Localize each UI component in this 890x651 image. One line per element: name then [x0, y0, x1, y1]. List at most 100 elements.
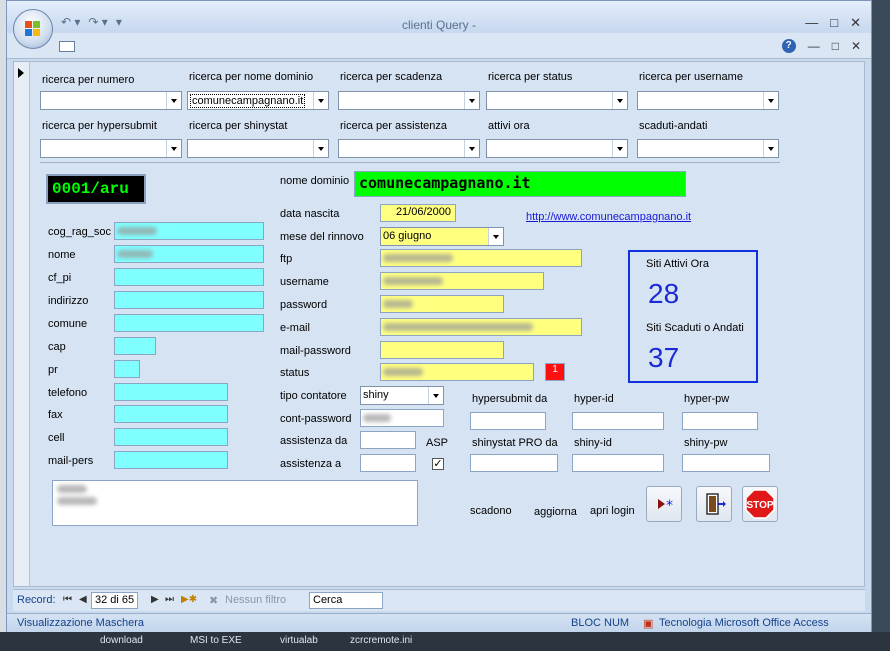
- form-minimize-button[interactable]: —: [808, 39, 820, 53]
- record-selector[interactable]: [14, 62, 30, 586]
- next-record-icon[interactable]: ▶: [151, 594, 159, 605]
- website-link[interactable]: http://www.comunecampagnano.it: [526, 211, 691, 223]
- search-dominio-combo[interactable]: comunecampagnano.it: [187, 91, 329, 110]
- current-record-icon: [18, 68, 24, 78]
- hypersubmit-da-field[interactable]: [470, 412, 546, 430]
- apri-login-button[interactable]: apri login: [590, 505, 635, 517]
- search-scaduti-combo[interactable]: [637, 139, 779, 158]
- search-attivi-combo[interactable]: [486, 139, 628, 158]
- hyper-id-label: hyper-id: [574, 393, 614, 405]
- filter-icon[interactable]: ✖: [209, 594, 218, 607]
- search-username-combo[interactable]: [637, 91, 779, 110]
- search-hypersubmit-combo[interactable]: [40, 139, 182, 158]
- search-box[interactable]: Cerca: [309, 592, 383, 609]
- chevron-down-icon[interactable]: [166, 140, 181, 157]
- shiny-pw-field[interactable]: [682, 454, 770, 472]
- maximize-button[interactable]: □: [830, 15, 838, 31]
- record-position-input[interactable]: 32 di 65: [91, 592, 139, 609]
- first-record-icon[interactable]: ⏮: [63, 594, 72, 605]
- chevron-down-icon[interactable]: [313, 92, 328, 109]
- search-numero-combo[interactable]: [40, 91, 182, 110]
- search-assistenza-combo[interactable]: [338, 139, 480, 158]
- pr-field[interactable]: [114, 360, 140, 378]
- taskbar-item[interactable]: zcrcremote.ini: [350, 635, 412, 646]
- form-close-button[interactable]: ✕: [851, 39, 861, 53]
- comune-field[interactable]: [114, 314, 264, 332]
- chevron-down-icon[interactable]: [612, 92, 627, 109]
- data-nascita-field[interactable]: 21/06/2000: [380, 204, 456, 222]
- redacted-text: [383, 300, 413, 308]
- redacted-text: [383, 368, 423, 376]
- close-button[interactable]: ✕: [850, 15, 861, 31]
- hyper-id-field[interactable]: [572, 412, 664, 430]
- chevron-down-icon[interactable]: [166, 92, 181, 109]
- status-field[interactable]: [380, 363, 534, 381]
- nome-field[interactable]: [114, 245, 264, 263]
- redacted-text: [57, 485, 87, 493]
- chevron-down-icon[interactable]: [488, 228, 503, 245]
- record-label: Record:: [17, 594, 56, 606]
- indirizzo-field[interactable]: [114, 291, 264, 309]
- tipo-contatore-combo[interactable]: shiny: [360, 386, 444, 405]
- mese-rinnovo-combo[interactable]: 06 giugno: [380, 227, 504, 246]
- assistenza-a-field[interactable]: [360, 454, 416, 472]
- exit-button[interactable]: [696, 486, 732, 522]
- access-tech-label: Tecnologia Microsoft Office Access: [659, 617, 829, 629]
- chevron-down-icon[interactable]: [464, 140, 479, 157]
- mail-password-field[interactable]: [380, 341, 504, 359]
- redacted-text: [383, 254, 453, 262]
- email-field[interactable]: [380, 318, 582, 336]
- prev-record-icon[interactable]: ◀: [79, 594, 87, 605]
- fax-field[interactable]: [114, 405, 228, 423]
- stop-button[interactable]: STOP: [742, 486, 778, 522]
- taskbar-item[interactable]: download: [100, 635, 143, 646]
- chevron-down-icon[interactable]: [763, 140, 778, 157]
- assistenza-da-field[interactable]: [360, 431, 416, 449]
- notes-field[interactable]: [52, 480, 418, 526]
- assistenza-a-label: assistenza a: [280, 458, 342, 470]
- search-scadenza-combo[interactable]: [338, 91, 480, 110]
- last-record-icon[interactable]: ⏭: [165, 594, 174, 605]
- shinystat-field[interactable]: [470, 454, 558, 472]
- office-button[interactable]: [13, 9, 53, 49]
- status-bar: Visualizzazione Maschera BLOC NUM ▣ Tecn…: [7, 613, 871, 632]
- cog-field[interactable]: [114, 222, 264, 240]
- telefono-field[interactable]: [114, 383, 228, 401]
- new-record-nav-icon[interactable]: ▶✱: [181, 594, 197, 605]
- chevron-down-icon[interactable]: [428, 387, 443, 404]
- window-title: clienti Query -: [401, 18, 477, 32]
- chevron-down-icon[interactable]: [763, 92, 778, 109]
- search-numero-label: ricerca per numero: [42, 74, 135, 86]
- cap-field[interactable]: [114, 337, 156, 355]
- taskbar-item[interactable]: virtualab: [280, 635, 318, 646]
- ftp-field[interactable]: [380, 249, 582, 267]
- tipo-contatore-label: tipo contatore: [280, 390, 347, 402]
- shiny-id-field[interactable]: [572, 454, 664, 472]
- password-field[interactable]: [380, 295, 504, 313]
- asp-checkbox[interactable]: ✓: [432, 458, 444, 470]
- search-status-combo[interactable]: [486, 91, 628, 110]
- username-label: username: [280, 276, 329, 288]
- cell-field[interactable]: [114, 428, 228, 446]
- help-icon[interactable]: ?: [781, 39, 796, 53]
- mail-pers-field[interactable]: [114, 451, 228, 469]
- form-restore-button[interactable]: □: [832, 39, 839, 53]
- minimize-button[interactable]: —: [805, 15, 818, 31]
- chevron-down-icon[interactable]: [464, 92, 479, 109]
- new-record-button[interactable]: *: [646, 486, 682, 522]
- filter-status[interactable]: Nessun filtro: [225, 594, 286, 606]
- taskbar-item[interactable]: MSI to EXE: [190, 635, 242, 646]
- aggiorna-button[interactable]: aggiorna: [534, 506, 577, 518]
- cont-password-field[interactable]: [360, 409, 444, 427]
- door-exit-icon: [706, 493, 726, 515]
- chevron-down-icon[interactable]: [612, 140, 627, 157]
- domain-field[interactable]: comunecampagnano.it: [354, 171, 686, 197]
- scadono-button[interactable]: scadono: [470, 505, 512, 517]
- chevron-down-icon[interactable]: [313, 140, 328, 157]
- cf-field[interactable]: [114, 268, 264, 286]
- username-field[interactable]: [380, 272, 544, 290]
- search-shinystat-combo[interactable]: [187, 139, 329, 158]
- office-logo-icon: [25, 21, 41, 37]
- search-username-label: ricerca per username: [639, 71, 743, 83]
- hyper-pw-field[interactable]: [682, 412, 758, 430]
